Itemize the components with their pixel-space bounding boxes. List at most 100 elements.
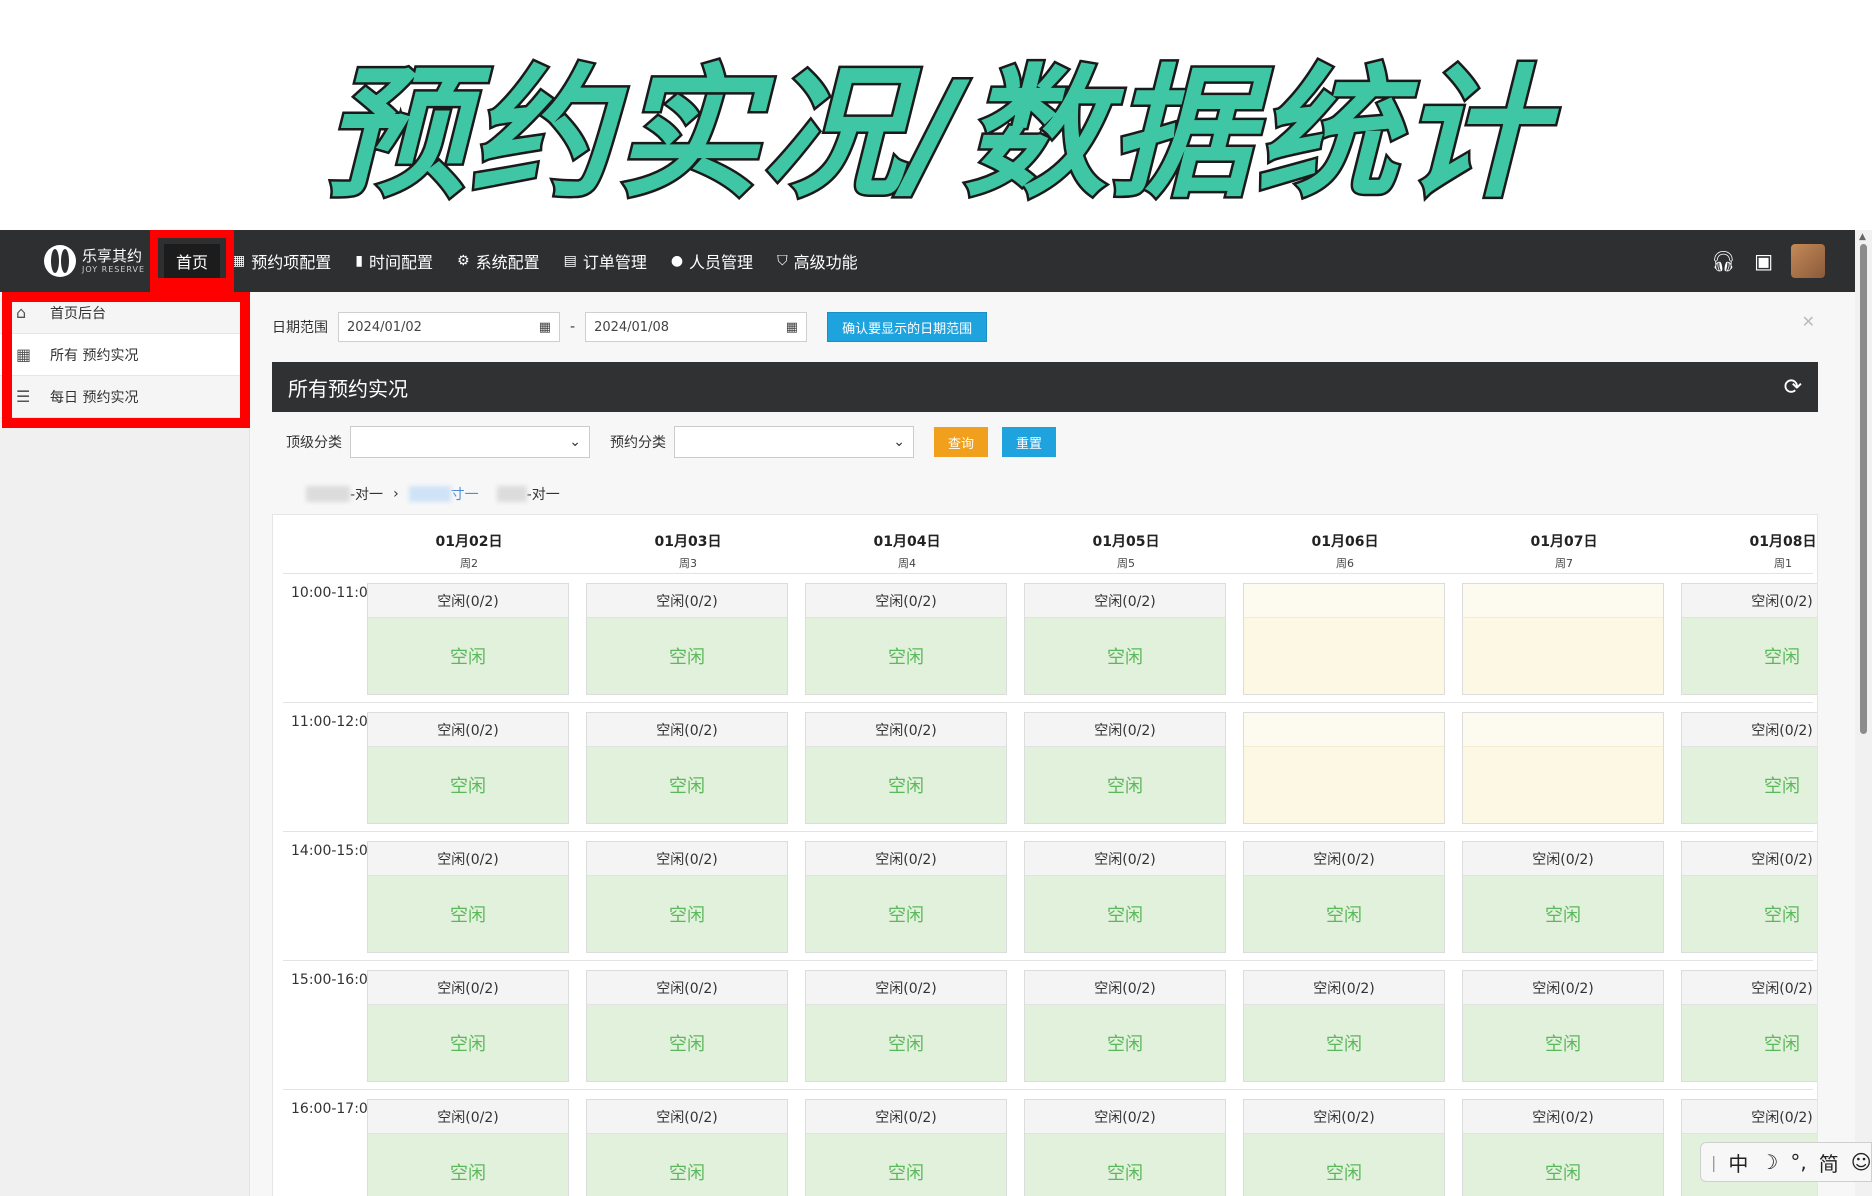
booking-cell[interactable]: 空闲(0/2) 空闲 bbox=[1462, 1099, 1664, 1196]
cell-status: 空闲(0/2) bbox=[368, 1100, 568, 1134]
row-divider bbox=[283, 702, 1813, 703]
cell-label: 空闲 bbox=[888, 1034, 924, 1055]
row-divider bbox=[283, 831, 1813, 832]
cell-status: 空闲(0/2) bbox=[806, 971, 1006, 1005]
calendar-icon[interactable]: ▦ bbox=[786, 320, 798, 335]
booking-cell-unavailable[interactable] bbox=[1462, 583, 1664, 695]
booking-cell[interactable]: 空闲(0/2) 空闲 bbox=[1024, 583, 1226, 695]
start-date-input[interactable]: 2024/01/02 ▦ bbox=[338, 312, 560, 342]
emoji-icon[interactable]: ☺ bbox=[1851, 1150, 1872, 1174]
punctuation-icon[interactable]: °, bbox=[1790, 1150, 1806, 1174]
booking-cell[interactable]: 空闲(0/2) 空闲 bbox=[1681, 841, 1817, 953]
booking-cell[interactable]: 空闲(0/2) 空闲 bbox=[1024, 841, 1226, 953]
scrollbar-thumb[interactable] bbox=[1860, 244, 1867, 734]
cell-status: 空闲(0/2) bbox=[1025, 1100, 1225, 1134]
booking-cell[interactable]: 空闲(0/2) 空闲 bbox=[367, 1099, 569, 1196]
booking-cell-unavailable[interactable] bbox=[1243, 712, 1445, 824]
cell-status: 空闲(0/2) bbox=[1025, 971, 1225, 1005]
nav-label: 订单管理 bbox=[582, 253, 647, 272]
cell-label: 空闲 bbox=[1107, 776, 1143, 797]
main-nav: 首页 ▦ 预约项配置 ▮ 时间配置 ⚙ 系统配置 ▤ 订单管理 ● 人员管理 ⛉… bbox=[164, 244, 870, 278]
booking-cell[interactable]: 空闲(0/2) 空闲 bbox=[367, 841, 569, 953]
booking-cell[interactable]: 空闲(0/2) 空闲 bbox=[1681, 712, 1817, 824]
nav-staff-management[interactable]: ● 人员管理 bbox=[659, 244, 765, 278]
reset-button[interactable]: 重置 bbox=[1002, 427, 1056, 457]
cell-status: 空闲(0/2) bbox=[368, 842, 568, 876]
booking-cell[interactable]: 空闲(0/2) 空闲 bbox=[586, 583, 788, 695]
cell-status: 空闲(0/2) bbox=[1682, 713, 1817, 747]
time-slot-label: 14:00-15:00 bbox=[291, 843, 377, 859]
booking-cell[interactable]: 空闲(0/2) 空闲 bbox=[1024, 970, 1226, 1082]
nav-booking-config[interactable]: ▦ 预约项配置 bbox=[220, 244, 343, 278]
day-header: 01月02日 周2 bbox=[385, 531, 553, 571]
booking-cell[interactable]: 空闲(0/2) 空闲 bbox=[805, 841, 1007, 953]
cell-status: 空闲(0/2) bbox=[1025, 842, 1225, 876]
booking-cell[interactable]: 空闲(0/2) 空闲 bbox=[805, 583, 1007, 695]
booking-cell[interactable]: 空闲(0/2) 空闲 bbox=[586, 970, 788, 1082]
nav-system-config[interactable]: ⚙ 系统配置 bbox=[445, 244, 552, 278]
booking-cell[interactable]: 空闲(0/2) 空闲 bbox=[586, 1099, 788, 1196]
breadcrumb-item-active[interactable]: 寸一 bbox=[451, 484, 479, 504]
cell-label: 空闲 bbox=[1107, 1034, 1143, 1055]
moon-icon[interactable]: ☽ bbox=[1760, 1150, 1778, 1174]
day-date: 01月05日 bbox=[1092, 534, 1160, 550]
panel-title: 所有预约实况 bbox=[288, 376, 408, 401]
confirm-date-range-button[interactable]: 确认要显示的日期范围 bbox=[827, 312, 988, 342]
cell-label: 空闲 bbox=[1326, 905, 1362, 926]
booking-cell[interactable]: 空闲(0/2) 空闲 bbox=[367, 583, 569, 695]
cell-status: 空闲(0/2) bbox=[1463, 971, 1663, 1005]
cell-label: 空闲 bbox=[1545, 1034, 1581, 1055]
logo[interactable]: 乐享其约 JOY RESERVE bbox=[44, 244, 145, 278]
nav-time-config[interactable]: ▮ 时间配置 bbox=[343, 244, 445, 278]
query-button[interactable]: 查询 bbox=[934, 427, 988, 457]
booking-cell[interactable]: 空闲(0/2) 空闲 bbox=[1462, 841, 1664, 953]
booking-cell[interactable]: 空闲(0/2) 空闲 bbox=[1243, 1099, 1445, 1196]
booking-cell[interactable]: 空闲(0/2) 空闲 bbox=[1681, 583, 1817, 695]
booking-cell[interactable]: 空闲(0/2) 空闲 bbox=[1024, 1099, 1226, 1196]
archive-icon[interactable]: ▣ bbox=[1754, 249, 1773, 273]
cell-label: 空闲 bbox=[669, 905, 705, 926]
booking-cell[interactable]: 空闲(0/2) 空闲 bbox=[1024, 712, 1226, 824]
nav-order-management[interactable]: ▤ 订单管理 bbox=[552, 244, 659, 278]
booking-cell[interactable]: 空闲(0/2) 空闲 bbox=[367, 712, 569, 824]
refresh-icon[interactable]: ⟳ bbox=[1784, 375, 1802, 400]
calendar-icon[interactable]: ▦ bbox=[539, 320, 551, 335]
breadcrumb-item[interactable]: -对一 bbox=[350, 484, 383, 504]
booking-cell[interactable]: 空闲(0/2) 空闲 bbox=[1243, 841, 1445, 953]
booking-cell-unavailable[interactable] bbox=[1462, 712, 1664, 824]
vertical-scrollbar[interactable]: ▲ bbox=[1855, 230, 1872, 1196]
booking-cell[interactable]: 空闲(0/2) 空闲 bbox=[805, 970, 1007, 1082]
gear-icon: ⚙ bbox=[457, 253, 470, 269]
day-weekday: 周4 bbox=[898, 557, 916, 570]
avatar[interactable] bbox=[1791, 244, 1825, 278]
grid-icon: ▦ bbox=[232, 253, 246, 269]
booking-cell[interactable]: 空闲(0/2) 空闲 bbox=[1243, 970, 1445, 1082]
booking-cell[interactable]: 空闲(0/2) 空闲 bbox=[1681, 970, 1817, 1082]
row-divider bbox=[283, 960, 1813, 961]
booking-cell-unavailable[interactable] bbox=[1243, 583, 1445, 695]
booking-cell[interactable]: 空闲(0/2) 空闲 bbox=[805, 1099, 1007, 1196]
cell-status-empty bbox=[1244, 713, 1444, 747]
breadcrumb-item[interactable]: -对一 bbox=[527, 484, 560, 504]
end-date-input[interactable]: 2024/01/08 ▦ bbox=[585, 312, 808, 342]
category-select[interactable]: ⌄ bbox=[674, 426, 914, 458]
date-separator: - bbox=[570, 319, 576, 335]
ime-mode-chinese[interactable]: 中 bbox=[1728, 1148, 1748, 1177]
headset-icon[interactable]: 🎧︎ bbox=[1711, 249, 1736, 273]
banner-title: 预约实况/数据统计 bbox=[322, 52, 1548, 217]
nav-advanced[interactable]: ⛉ 高级功能 bbox=[765, 244, 870, 278]
start-date-value: 2024/01/02 bbox=[347, 319, 422, 335]
close-icon[interactable]: ✕ bbox=[1802, 312, 1815, 331]
cell-status-empty bbox=[1244, 584, 1444, 618]
booking-cell[interactable]: 空闲(0/2) 空闲 bbox=[805, 712, 1007, 824]
scroll-up-icon[interactable]: ▲ bbox=[1859, 232, 1866, 242]
booking-cell[interactable]: 空闲(0/2) 空闲 bbox=[586, 712, 788, 824]
cell-status: 空闲(0/2) bbox=[1463, 1100, 1663, 1134]
cell-status: 空闲(0/2) bbox=[368, 971, 568, 1005]
ime-simplified[interactable]: 简 bbox=[1819, 1148, 1839, 1177]
booking-cell[interactable]: 空闲(0/2) 空闲 bbox=[1462, 970, 1664, 1082]
top-category-select[interactable]: ⌄ bbox=[350, 426, 590, 458]
logo-mark-icon bbox=[44, 245, 76, 277]
booking-cell[interactable]: 空闲(0/2) 空闲 bbox=[367, 970, 569, 1082]
booking-cell[interactable]: 空闲(0/2) 空闲 bbox=[586, 841, 788, 953]
